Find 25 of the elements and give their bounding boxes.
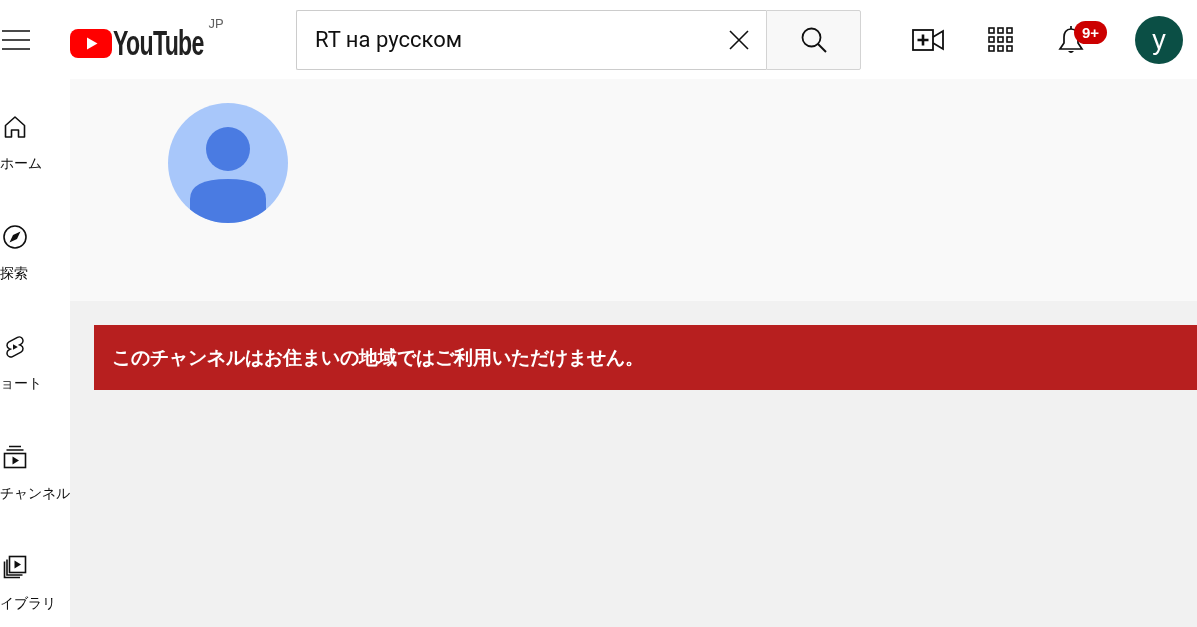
library-icon [3,555,27,579]
sidebar-item[interactable]: イブラリ [0,555,70,612]
logo-wordmark: YouTube [113,22,204,63]
shorts-icon [3,335,27,359]
compass-icon [3,225,27,249]
grid-icon [987,27,1013,52]
account-avatar[interactable]: y [1135,15,1183,64]
unavailable-notice: このチャンネルはお住まいの地域ではご利用いただけません。 [94,325,1197,390]
clear-search-button[interactable] [719,9,766,70]
avatar-silhouette-icon [168,103,288,223]
menu-icon [2,29,30,50]
sidebar-item[interactable]: ョート [0,335,70,392]
search-button[interactable] [766,9,861,70]
subscriptions-icon [3,445,27,469]
sidebar-item[interactable]: チャンネル [0,445,70,502]
region-code: JP [208,15,224,32]
search-field[interactable]: RT на русском [296,9,719,70]
sidebar-item[interactable]: 探索 [0,225,70,282]
sidebar-item[interactable]: ホーム [0,115,70,172]
notification-count: 9+ [1074,20,1107,44]
video-camera-plus-icon [912,27,944,52]
home-icon [3,115,27,139]
search-icon [800,26,827,53]
close-icon [729,29,749,50]
play-logo-icon [70,28,112,58]
